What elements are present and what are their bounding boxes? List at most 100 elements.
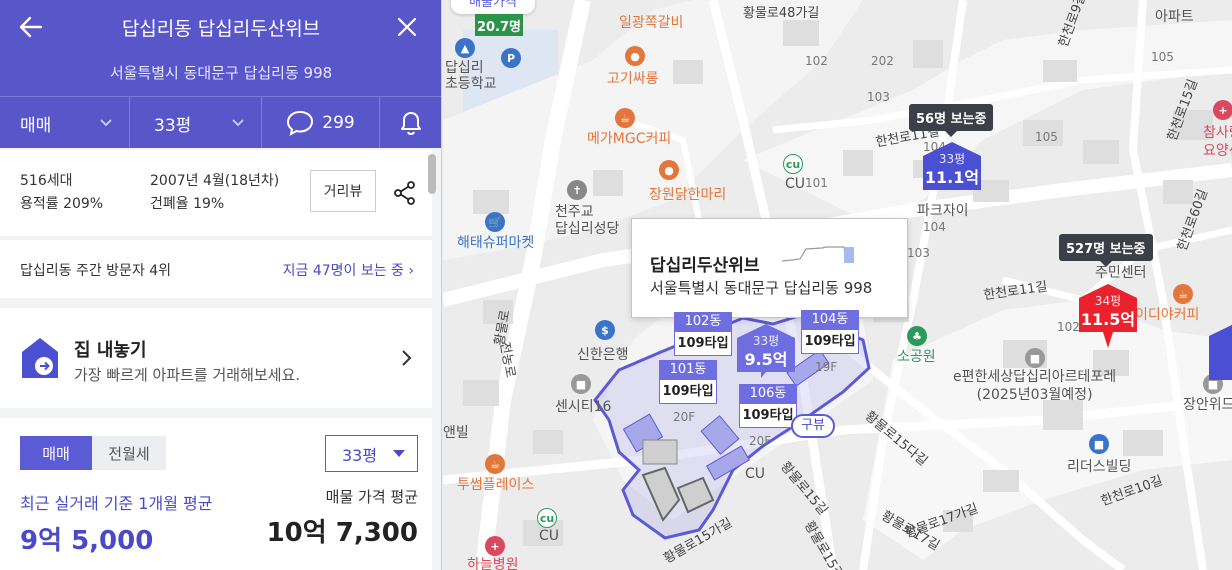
sell-home-banner[interactable]: 집 내놓기 가장 빠르게 아파트를 거래해보세요. [0,308,432,408]
dong-type: 109타입 [674,332,732,356]
floor-label: 19F [815,360,838,374]
price-marker[interactable]: 34평 11.5억 [1079,282,1137,348]
bell-icon [401,112,421,135]
chevron-right-icon: › [408,263,414,279]
center-label: 센시티16 [555,399,612,415]
cafe-label-1: 메가MGC커피 [587,131,672,147]
recent-trade-value: 9억 5,000 [20,526,154,556]
page-title: 답십리동 답십리두산위브 [121,18,321,40]
floor-label: 20F [673,410,696,424]
restaurant-icon: ● [659,160,679,180]
green-flag-marker[interactable]: 20.7명 [475,14,523,36]
dong-tag[interactable]: 101동 109타입 [659,360,717,404]
visitors-card: 답십리동 주간 방문자 4위 지금 47명이 보는 중 › [0,240,432,298]
complex-view-tag[interactable]: 구뷰 [791,414,835,438]
complex-address: 서울특별시 동대문구 답십리동 998 [109,64,333,82]
building-label-1: 리더스빌딩 [1067,459,1132,475]
hospital-label: 하늘병원 [467,557,519,570]
listing-panel: 답십리동 답십리두산위브 서울특별시 동대문구 답십리동 998 매매 33평 … [0,0,442,570]
dong-tag[interactable]: 104동 109타입 [801,310,859,354]
restaurant-icon: ● [625,46,645,66]
dong-tag[interactable]: 102동 109타입 [674,312,732,356]
households-info: 516세대 용적률 209% [20,170,103,216]
deal-type-dropdown[interactable]: 매매 [0,97,130,149]
floor-label: 20F [749,434,772,448]
back-arrow-icon[interactable] [16,12,46,42]
marker-price: 11.5억 [1080,310,1136,329]
dropdown-triangle-icon [393,450,405,457]
price-card: 매매 전월세 33평 최근 실거래 기준 1개월 평균 9억 5,000 매물 … [0,418,432,570]
chevron-down-icon [100,119,112,127]
parcel-number: 105 [1151,50,1174,64]
floor-area-ratio-text: 용적률 209% [20,196,104,212]
viewing-now-text: 지금 47명이 보는 중 [282,263,404,279]
price-marker-selected[interactable]: 33평 9.5억 [737,322,795,378]
complex-popup[interactable]: 답십리두산위브 서울특별시 동대문구 답십리동 998 [631,218,908,318]
close-icon[interactable] [392,12,422,42]
comments-button[interactable]: 299 [262,97,380,149]
cu-label-1: CU [539,528,560,544]
price-marker[interactable]: 33평 11.1억 [923,140,981,196]
sell-subtitle: 가장 빠르게 아파트를 거래해보세요. [74,366,301,384]
church-icon: ✝ [567,180,587,200]
convenience-store-icon: cu [537,508,557,528]
school-label: 답십리 초등학교 [445,60,497,92]
listing-avg-label: 매물 가격 평균 [325,488,418,506]
cafe-icon: ☕ [615,108,635,128]
parcel-number: 202 [871,54,894,68]
complex-name-label: 파크자이 [917,203,969,219]
viewing-now-link[interactable]: 지금 47명이 보는 중 › [283,260,414,280]
apartment-label-2: 아파트 [1155,9,1194,25]
map-view[interactable]: 매물가격 20.7명 ▲ 답십리 초등학교 P 일광쪽갈비 ● 고기싸롱 ☕ 메… [443,0,1232,570]
house-arrow-icon [22,338,58,378]
price-marker-partial[interactable] [1209,320,1232,390]
parcel-number: 104 [923,220,946,234]
building-icon: ■ [1089,434,1109,454]
deal-segment-control: 매매 전월세 [20,436,166,470]
popup-address: 서울특별시 동대문구 답십리동 998 [650,279,873,297]
segment-sale[interactable]: 매매 [20,436,92,470]
mart-label: 해태슈퍼마켓 [457,235,535,251]
place-label-1: 투썸플레이스 [457,477,535,493]
notification-button[interactable] [380,97,441,149]
dong-number: 106동 [739,384,797,404]
building-icon: ■ [1025,348,1045,368]
apartment-label-3: 장안위드 [1183,397,1232,413]
listing-avg-value: 10억 7,300 [266,518,418,548]
restaurant-label-2: 고기싸롱 [607,71,659,87]
scrollbar-thumb[interactable] [428,154,436,194]
map-price-tab[interactable]: 매물가격 [451,0,535,14]
dong-number: 104동 [801,310,859,330]
school-icon: ▲ [455,38,475,58]
sell-title: 집 내놓기 [74,340,147,361]
dong-type: 109타입 [659,380,717,404]
hospital-icon: + [1213,100,1232,120]
parcel-number: 103 [907,246,930,260]
chevron-right-icon [402,350,412,366]
parcel-number: 102 [1057,320,1080,334]
parcel-number: 101 [805,176,828,190]
cu-label-3: CU [745,466,766,482]
size-dropdown[interactable]: 33평 [130,97,262,149]
dong-tag[interactable]: 106동 109타입 [739,384,797,428]
park-label: 소공원 [897,349,936,365]
mini-trend-graph [782,246,854,264]
parcel-number: 105 [1035,130,1058,144]
bank-label: 신한은행 [577,347,629,363]
street-view-button[interactable]: 거리뷰 [310,170,376,212]
share-icon[interactable] [392,180,418,206]
popup-title: 답십리두산위브 [650,256,760,276]
road-label: 황물로48가길 [743,6,820,21]
parcel-number: 102 [805,54,828,68]
chevron-down-icon [232,119,244,127]
viewers-bubble: 527명 보는중 [1059,234,1153,267]
dong-number: 101동 [659,360,717,380]
marker-price: 9.5억 [744,350,788,369]
restaurant-label-1: 일광쪽갈비 [619,15,684,31]
size-select-value: 33평 [342,445,378,465]
size-select[interactable]: 33평 [325,435,418,472]
segment-rent[interactable]: 전월세 [92,436,166,470]
hospital-icon: + [485,536,505,556]
apartment-label-1: e편한세상답십리아르테포레 (2025년03월예정) [953,369,1117,403]
bank-icon: $ [595,320,615,340]
